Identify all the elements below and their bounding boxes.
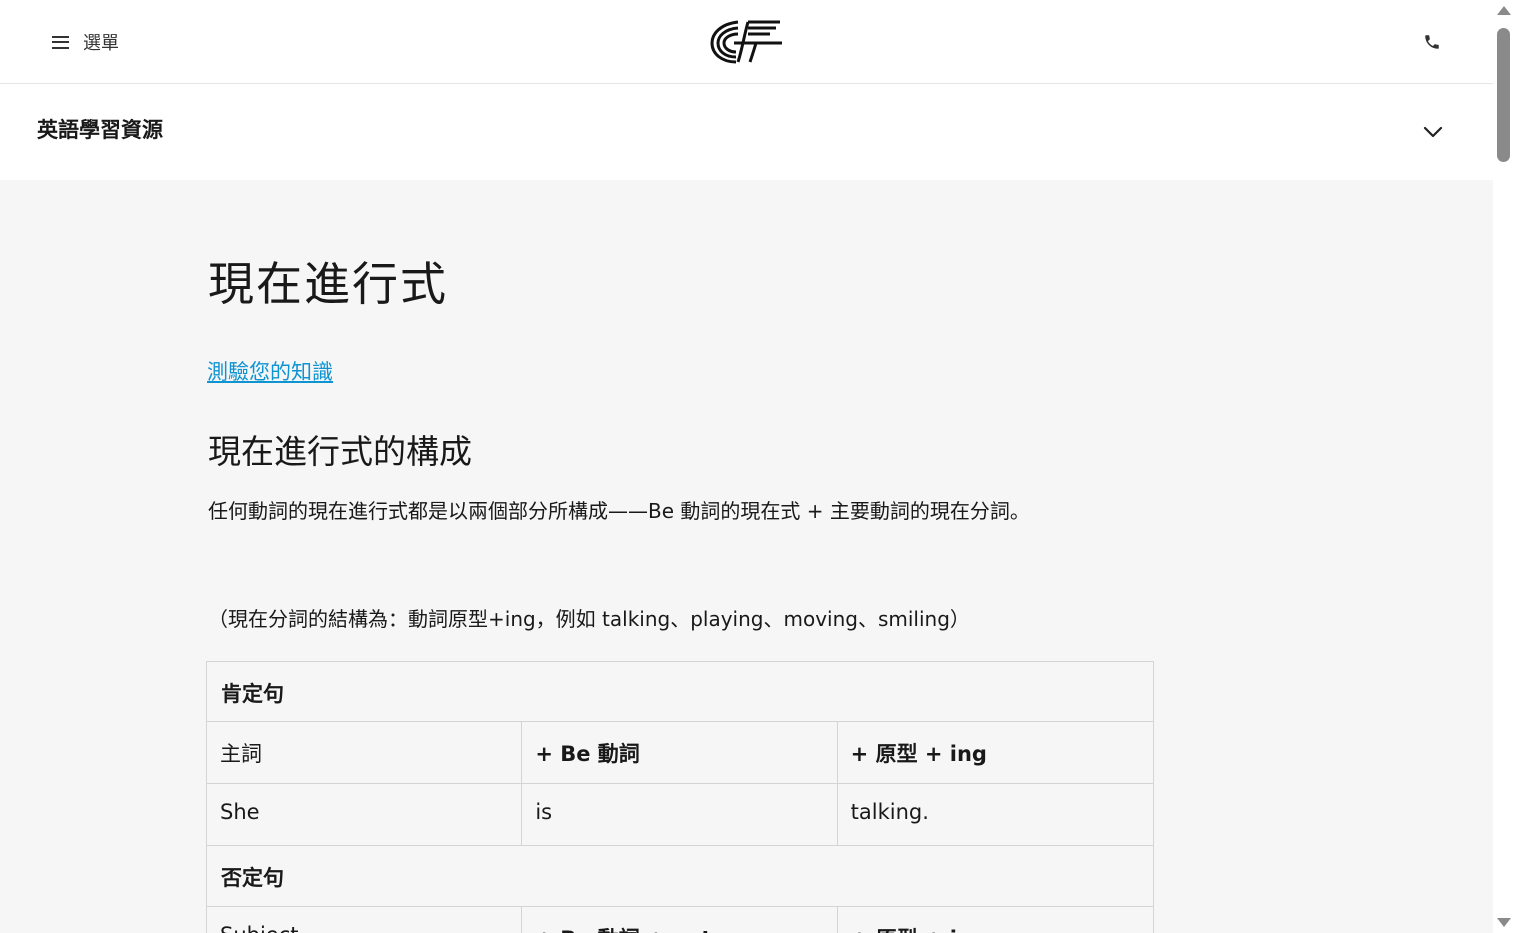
section-title-link[interactable]: 英語學習資源 xyxy=(37,114,163,144)
scroll-up-icon[interactable] xyxy=(1497,6,1511,15)
section-nav-bar xyxy=(0,84,1493,180)
negative-header-row: 否定句 xyxy=(206,846,1154,907)
affirmative-label: 肯定句 xyxy=(207,662,1153,722)
participle-note: （現在分詞的結構為：動詞原型+ing，例如 talking、playing、mo… xyxy=(208,607,970,631)
affirmative-columns-row: 主詞 + Be 動詞 + 原型 + ing xyxy=(206,722,1154,784)
example-verb-cell: talking. xyxy=(837,784,1153,846)
grammar-table: 肯定句 主詞 + Be 動詞 + 原型 + ing She is talking… xyxy=(206,661,1154,933)
hamburger-icon xyxy=(52,35,69,49)
base-ing-cell: + 原型 + ing xyxy=(837,722,1153,784)
chevron-down-icon[interactable] xyxy=(1407,106,1458,158)
example-subject-cell: She xyxy=(207,784,523,846)
affirmative-header-row: 肯定句 xyxy=(206,661,1154,722)
negative-be-not-cell: + Be 動詞 + not xyxy=(522,907,838,933)
phone-icon[interactable] xyxy=(1418,28,1446,55)
scroll-down-icon[interactable] xyxy=(1497,918,1511,927)
menu-label: 選單 xyxy=(83,33,119,54)
ef-logo-icon[interactable] xyxy=(704,15,789,67)
affirmative-example-row: She is talking. xyxy=(206,784,1154,846)
subject-cell: 主詞 xyxy=(207,722,523,784)
intro-paragraph: 任何動詞的現在進行式都是以兩個部分所構成——Be 動詞的現在式 + 主要動詞的現… xyxy=(208,499,1030,523)
section-heading: 現在進行式的構成 xyxy=(208,432,472,471)
menu-button[interactable]: 選單 xyxy=(47,0,140,84)
page-title: 現在進行式 xyxy=(208,257,448,311)
negative-label: 否定句 xyxy=(207,846,1153,907)
negative-columns-row: Subject + Be 動詞 + not + 原型 + ing xyxy=(206,907,1154,933)
scrollbar-thumb[interactable] xyxy=(1497,28,1510,162)
negative-subject-cell: Subject xyxy=(207,907,523,933)
example-be-cell: is xyxy=(522,784,838,846)
negative-base-ing-cell: + 原型 + ing xyxy=(838,907,1153,933)
be-verb-cell: + Be 動詞 xyxy=(522,722,838,784)
quiz-link[interactable]: 測驗您的知識 xyxy=(207,356,333,386)
